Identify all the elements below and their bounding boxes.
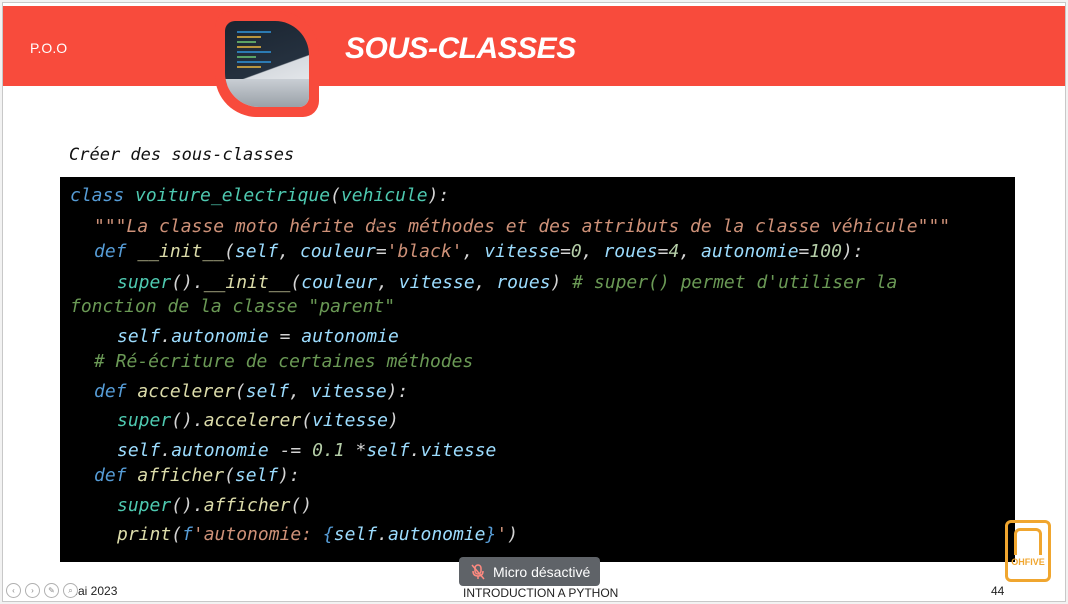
code-line-3: def __init__(self, couleur='black', vite… bbox=[94, 241, 864, 262]
code-line-4: super().__init__(couleur, vitesse, roues… bbox=[117, 272, 898, 293]
code-screen-image bbox=[237, 31, 271, 75]
code-line-1: class voiture_electrique(vehicule): bbox=[70, 185, 450, 206]
pen-icon[interactable]: ✎ bbox=[44, 583, 59, 598]
logo-text: OHFIVE bbox=[1011, 557, 1045, 567]
mic-off-icon bbox=[471, 563, 485, 579]
laptop-base-image bbox=[225, 79, 309, 107]
code-line-7: # Ré-écriture de certaines méthodes bbox=[94, 351, 474, 372]
mic-status-toast: Micro désactivé bbox=[459, 557, 601, 586]
code-line-8: def accelerer(self, vitesse): bbox=[94, 381, 409, 402]
laptop-photo-badge bbox=[215, 11, 319, 117]
slide-frame: P.O.O SOUS-CLASSES Créer des sous-classe… bbox=[2, 2, 1066, 602]
slide-number: 44 bbox=[991, 584, 1005, 598]
slide-subtitle: Créer des sous-classes bbox=[69, 145, 295, 165]
presentation-controls: ‹ › ✎ ⌕ bbox=[6, 583, 78, 598]
previous-slide-icon[interactable]: ‹ bbox=[6, 583, 21, 598]
code-line-12: super().afficher() bbox=[117, 495, 313, 516]
code-line-13: print(f'autonomie: {self.autonomie}') bbox=[117, 524, 519, 545]
slide-title: SOUS-CLASSES bbox=[345, 32, 576, 65]
ohfive-logo: OHFIVE bbox=[1005, 520, 1051, 582]
code-line-6: self.autonomie = autonomie bbox=[117, 326, 399, 347]
laptop-photo bbox=[225, 21, 309, 107]
code-line-5: fonction de la classe "parent" bbox=[70, 296, 396, 317]
code-block: class voiture_electrique(vehicule): """L… bbox=[60, 177, 1015, 562]
code-line-11: def afficher(self): bbox=[94, 465, 300, 486]
mic-status-label: Micro désactivé bbox=[493, 563, 591, 580]
logo-mark-icon bbox=[1014, 528, 1042, 555]
code-line-2: """La classe moto hérite des méthodes et… bbox=[94, 216, 951, 237]
section-label: P.O.O bbox=[30, 40, 68, 56]
footer-course-title: INTRODUCTION A PYTHON bbox=[463, 586, 619, 600]
next-slide-icon[interactable]: › bbox=[25, 583, 40, 598]
zoom-icon[interactable]: ⌕ bbox=[63, 583, 78, 598]
code-line-9: super().accelerer(vitesse) bbox=[117, 410, 399, 431]
code-line-10: self.autonomie -= 0.1 *self.vitesse bbox=[117, 440, 497, 461]
slide-header: P.O.O SOUS-CLASSES bbox=[3, 6, 1065, 86]
